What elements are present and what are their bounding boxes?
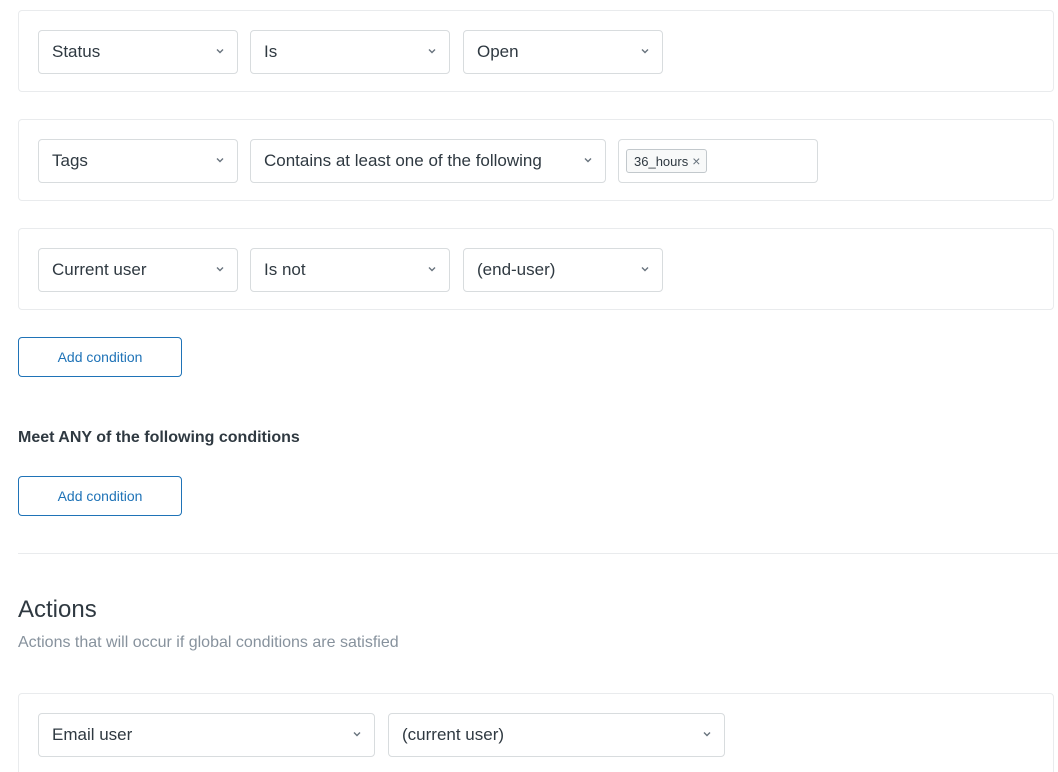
chevron-down-icon	[584, 158, 592, 163]
condition-field-select[interactable]: Current user	[38, 248, 238, 292]
action-type-value: Email user	[52, 725, 133, 744]
section-divider	[18, 553, 1058, 554]
chevron-down-icon	[216, 158, 224, 163]
condition-field-value: Status	[52, 42, 101, 61]
chevron-down-icon	[428, 49, 436, 54]
chevron-down-icon	[641, 49, 649, 54]
condition-operator-value: Is not	[264, 260, 306, 279]
chevron-down-icon	[703, 732, 711, 737]
condition-row: Tags Contains at least one of the follow…	[18, 119, 1054, 201]
condition-value: (end-user)	[477, 260, 556, 279]
condition-value-select[interactable]: Open	[463, 30, 663, 74]
chevron-down-icon	[216, 49, 224, 54]
chevron-down-icon	[216, 267, 224, 272]
add-condition-all-button[interactable]: Add condition	[18, 337, 182, 377]
condition-operator-select[interactable]: Is	[250, 30, 450, 74]
condition-row: Current user Is not (end-user)	[18, 228, 1054, 310]
add-condition-any-button[interactable]: Add condition	[18, 476, 182, 516]
trigger-editor: Status Is Open Tags Contains at least on…	[0, 0, 1058, 772]
condition-value-select[interactable]: (end-user)	[463, 248, 663, 292]
chevron-down-icon	[353, 732, 361, 737]
chevron-down-icon	[641, 267, 649, 272]
condition-value: Open	[477, 42, 519, 61]
any-conditions-heading: Meet ANY of the following conditions	[18, 429, 300, 446]
condition-field-value: Current user	[52, 260, 147, 279]
condition-row: Status Is Open	[18, 10, 1054, 92]
tag-label: 36_hours	[634, 153, 689, 169]
chevron-down-icon	[428, 267, 436, 272]
action-target-value: (current user)	[402, 725, 505, 744]
tags-input[interactable]: 36_hours ×	[618, 139, 818, 183]
actions-subtitle: Actions that will occur if global condit…	[18, 634, 399, 651]
condition-field-select[interactable]: Status	[38, 30, 238, 74]
condition-operator-select[interactable]: Is not	[250, 248, 450, 292]
action-type-select[interactable]: Email user	[38, 713, 375, 757]
action-target-select[interactable]: (current user)	[388, 713, 725, 757]
condition-operator-value: Is	[264, 42, 278, 61]
condition-field-value: Tags	[52, 151, 88, 170]
action-row: Email user (current user)	[18, 693, 1054, 772]
condition-operator-value: Contains at least one of the following	[264, 151, 542, 170]
condition-operator-select[interactable]: Contains at least one of the following	[250, 139, 606, 183]
close-icon[interactable]: ×	[692, 154, 700, 168]
actions-title: Actions	[18, 596, 97, 623]
condition-field-select[interactable]: Tags	[38, 139, 238, 183]
tag-chip: 36_hours ×	[626, 149, 708, 173]
